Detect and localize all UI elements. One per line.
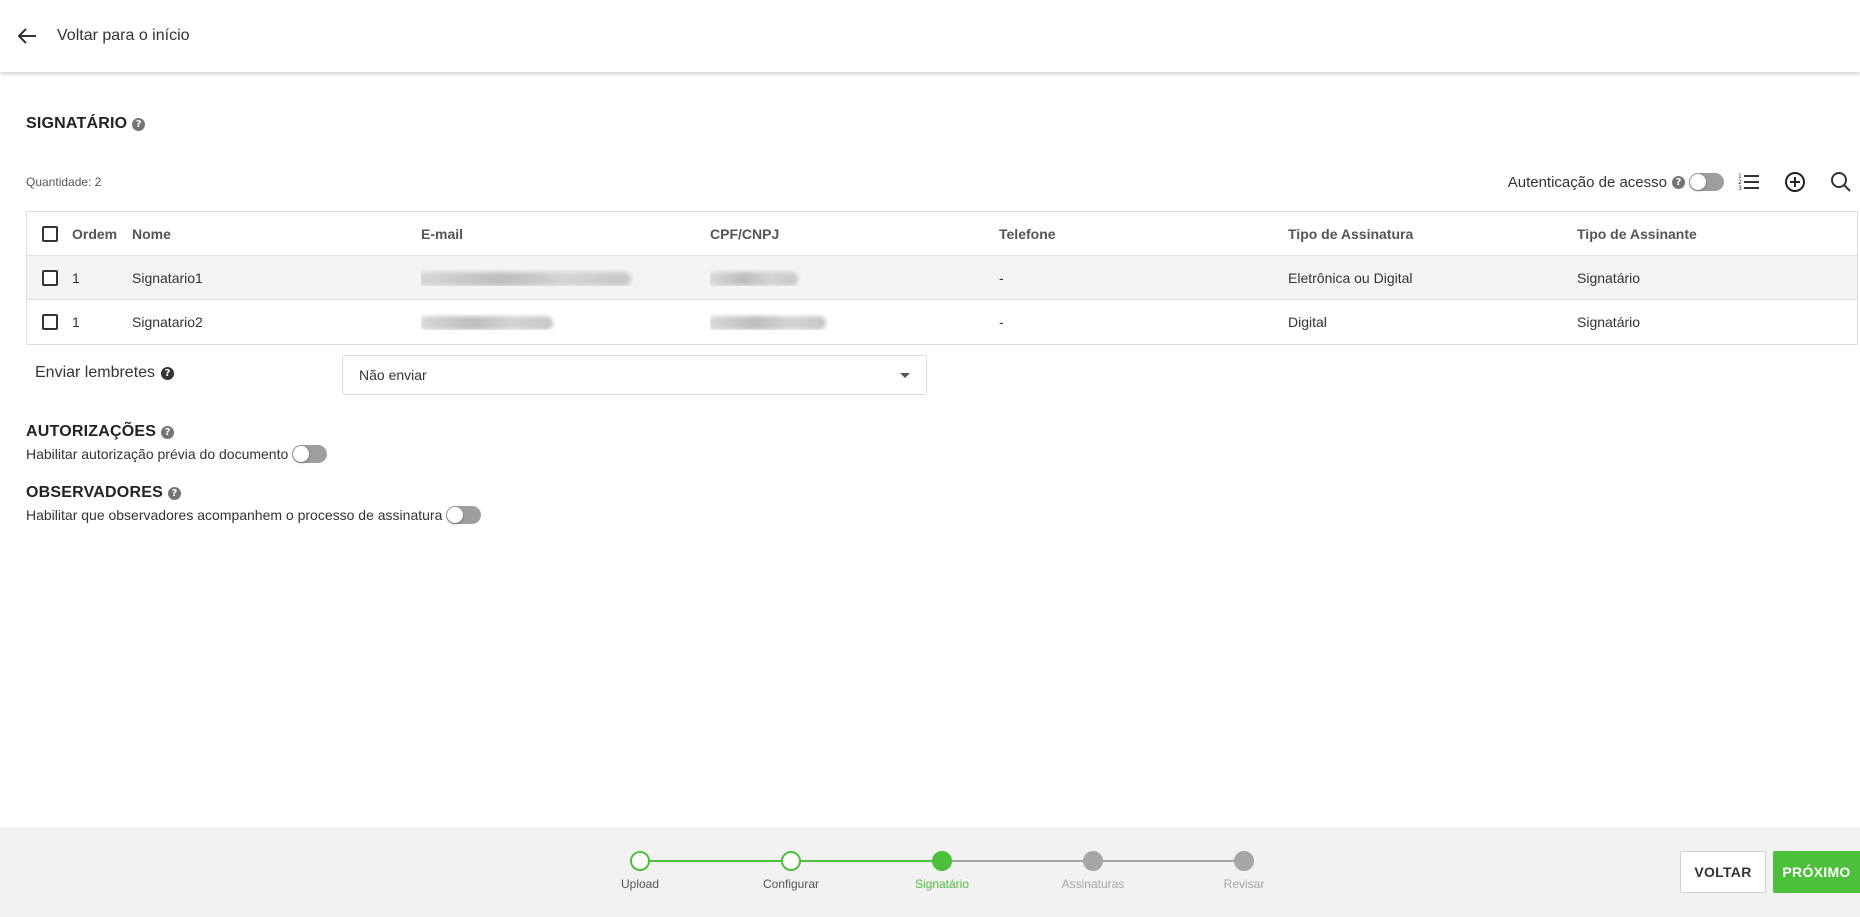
row-cpf-redacted bbox=[710, 314, 999, 331]
autorizacoes-toggle-label: Habilitar autorização prévia do document… bbox=[26, 446, 289, 462]
row-tipo-assinante: Signatário bbox=[1577, 269, 1641, 286]
column-header[interactable]: CPF/CNPJ bbox=[710, 226, 999, 242]
step-dot bbox=[630, 851, 650, 871]
reminders-label: Enviar lembretes ? bbox=[35, 364, 175, 382]
step-upload[interactable]: Upload bbox=[580, 851, 700, 891]
table-header-row: Ordem Nome E-mail CPF/CNPJ Telefone Tipo… bbox=[27, 212, 1857, 256]
row-ordem: 1 bbox=[72, 314, 80, 330]
row-tipo-assinatura: Digital bbox=[1288, 314, 1327, 330]
help-icon[interactable]: ? bbox=[167, 486, 181, 500]
step-label: Signatário bbox=[914, 877, 970, 891]
top-bar: Voltar para o início bbox=[0, 0, 1860, 72]
help-icon[interactable]: ? bbox=[132, 117, 146, 131]
autorizacoes-toggle[interactable] bbox=[292, 445, 328, 463]
back-button[interactable]: VOLTAR bbox=[1680, 851, 1766, 893]
add-circle-icon[interactable] bbox=[1780, 167, 1810, 197]
row-nome: Signatario2 bbox=[132, 314, 203, 330]
column-header[interactable]: Tipo de Assinatura bbox=[1288, 226, 1577, 242]
ordered-list-icon[interactable]: 1 2 3 bbox=[1734, 167, 1764, 197]
reminders-label-text: Enviar lembretes bbox=[35, 364, 156, 381]
step-assinaturas[interactable]: Assinaturas bbox=[1033, 851, 1153, 891]
row-tipo-assinatura: Eletrônica ou Digital bbox=[1288, 269, 1413, 286]
step-revisar[interactable]: Revisar bbox=[1184, 851, 1304, 891]
column-header[interactable]: Tipo de Assinante bbox=[1577, 226, 1859, 242]
row-tipo-assinante: Signatário bbox=[1577, 314, 1641, 330]
help-icon[interactable]: ? bbox=[161, 425, 175, 439]
signatarios-table: Ordem Nome E-mail CPF/CNPJ Telefone Tipo… bbox=[26, 211, 1858, 345]
step-dot bbox=[1083, 851, 1103, 871]
column-header[interactable]: Ordem bbox=[72, 226, 132, 242]
reminders-select[interactable]: Não enviar bbox=[342, 355, 927, 395]
step-dot bbox=[932, 851, 952, 871]
observadores-toggle[interactable] bbox=[446, 506, 482, 524]
reminders-selected-value: Não enviar bbox=[359, 367, 427, 383]
step-label: Revisar bbox=[1223, 877, 1265, 891]
step-signatario[interactable]: Signatário bbox=[882, 851, 1002, 891]
row-email-redacted bbox=[421, 269, 710, 286]
row-telefone: - bbox=[999, 314, 1004, 330]
signatario-title: SIGNATÁRIO ? bbox=[26, 115, 146, 133]
back-arrow-icon[interactable] bbox=[12, 21, 42, 51]
autorizacoes-title: AUTORIZAÇÕES ? bbox=[26, 423, 175, 441]
search-icon[interactable] bbox=[1826, 167, 1856, 197]
next-button[interactable]: PRÓXIMO bbox=[1773, 851, 1860, 893]
footer-bar: Upload Configurar Signatário Assinaturas… bbox=[0, 827, 1860, 917]
back-to-home-link[interactable]: Voltar para o início bbox=[57, 27, 190, 45]
row-telefone: - bbox=[999, 269, 1004, 286]
step-configurar[interactable]: Configurar bbox=[731, 851, 851, 891]
step-label: Upload bbox=[620, 877, 660, 891]
table-row[interactable]: 1 Signatario1 - Eletrônica ou Digital Si… bbox=[27, 256, 1857, 300]
autorizacoes-row: Habilitar autorização prévia do document… bbox=[26, 445, 328, 463]
row-ordem: 1 bbox=[72, 269, 80, 286]
row-nome: Signatario1 bbox=[132, 269, 203, 286]
column-header[interactable]: E-mail bbox=[421, 226, 710, 242]
step-dot bbox=[1234, 851, 1254, 871]
auth-access-label: Autenticação de acesso ? bbox=[1508, 174, 1689, 191]
row-email-redacted bbox=[421, 314, 710, 331]
signatario-toolbar: Autenticação de acesso ? 1 2 3 bbox=[1508, 166, 1860, 198]
quantity-label: Quantidade: 2 bbox=[26, 175, 102, 189]
help-icon[interactable]: ? bbox=[1672, 175, 1685, 189]
step-dot bbox=[781, 851, 801, 871]
column-header[interactable]: Telefone bbox=[999, 226, 1288, 242]
step-label: Assinaturas bbox=[1061, 877, 1125, 891]
row-checkbox[interactable] bbox=[41, 269, 58, 286]
signatario-title-text: SIGNATÁRIO bbox=[26, 115, 128, 132]
progress-stepper: Upload Configurar Signatário Assinaturas… bbox=[620, 851, 1264, 901]
table-row[interactable]: 1 Signatario2 - Digital Signatário bbox=[27, 300, 1857, 344]
autorizacoes-title-text: AUTORIZAÇÕES bbox=[26, 423, 157, 440]
auth-access-text: Autenticação de acesso bbox=[1507, 173, 1667, 191]
observadores-toggle-label: Habilitar que observadores acompanhem o … bbox=[26, 507, 443, 523]
column-header[interactable]: Nome bbox=[132, 226, 421, 242]
step-label: Configurar bbox=[762, 877, 820, 891]
observadores-title: OBSERVADORES ? bbox=[26, 484, 181, 502]
observadores-title-text: OBSERVADORES bbox=[26, 484, 163, 501]
row-checkbox[interactable] bbox=[41, 314, 58, 330]
svg-text:3: 3 bbox=[1738, 185, 1742, 192]
select-all-checkbox[interactable] bbox=[41, 225, 58, 242]
observadores-row: Habilitar que observadores acompanhem o … bbox=[26, 506, 482, 524]
row-cpf-redacted bbox=[710, 269, 999, 286]
caret-down-icon bbox=[900, 372, 910, 378]
help-icon[interactable]: ? bbox=[161, 366, 175, 380]
auth-access-toggle[interactable] bbox=[1689, 173, 1724, 191]
